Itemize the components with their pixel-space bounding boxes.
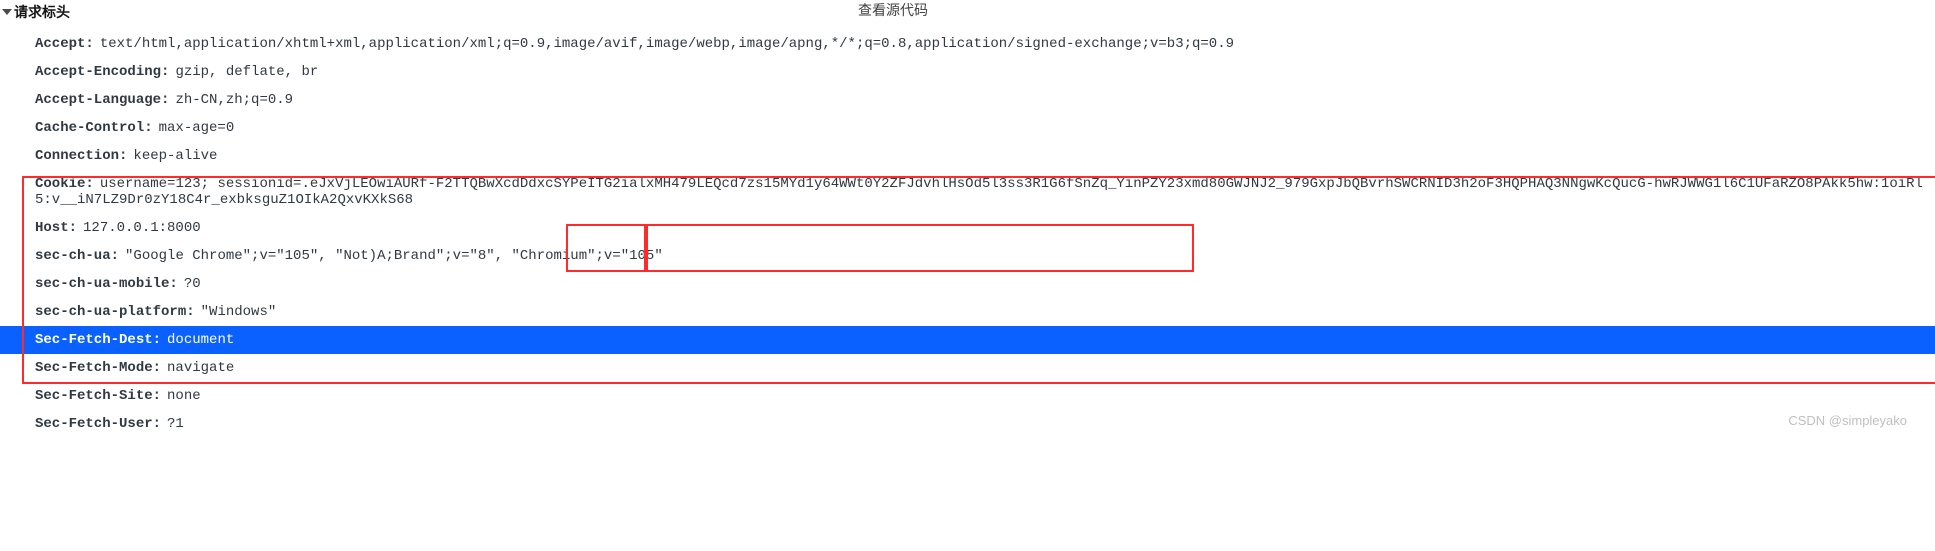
header-row[interactable]: Sec-Fetch-Site none: [35, 382, 1935, 410]
header-value: gzip, deflate, br: [175, 64, 318, 80]
header-value: zh-CN,zh;q=0.9: [175, 92, 293, 108]
header-name: sec-ch-ua: [35, 248, 119, 264]
header-row[interactable]: Accept-Language zh-CN,zh;q=0.9: [35, 86, 1935, 114]
header-row[interactable]: sec-ch-ua "Google Chrome";v="105", "Not)A…: [35, 242, 1935, 270]
header-value: username=123; sessionid=.eJxVjLEOwiAURf-…: [35, 176, 1923, 208]
header-row[interactable]: Cache-Control max-age=0: [35, 114, 1935, 142]
header-value: 127.0.0.1:8000: [83, 220, 201, 236]
header-name: Sec-Fetch-User: [35, 416, 161, 432]
header-value: max-age=0: [159, 120, 235, 136]
header-row[interactable]: Sec-Fetch-Mode navigate: [35, 354, 1935, 382]
header-row[interactable]: sec-ch-ua-mobile ?0: [35, 270, 1935, 298]
header-value: keep-alive: [133, 148, 217, 164]
watermark: CSDN @simpleyako: [1788, 413, 1907, 428]
header-value: "Google Chrome";v="105", "Not)A;Brand";v…: [125, 248, 663, 264]
header-row[interactable]: Connection keep-alive: [35, 142, 1935, 170]
header-value: none: [167, 388, 201, 404]
header-name: Accept-Encoding: [35, 64, 169, 80]
header-row[interactable]: Cookieusername=123; sessionid=.eJxVjLEOw…: [35, 170, 1935, 214]
header-row[interactable]: Accept text/html,application/xhtml+xml,ap…: [35, 30, 1935, 58]
header-name: sec-ch-ua-mobile: [35, 276, 178, 292]
header-name: Accept-Language: [35, 92, 169, 108]
header-value: "Windows": [201, 304, 277, 320]
header-name: Sec-Fetch-Mode: [35, 360, 161, 376]
section-title[interactable]: 请求标头: [4, 2, 1935, 22]
header-name: Sec-Fetch-Site: [35, 388, 161, 404]
header-value: ?1: [167, 416, 184, 432]
header-name: Connection: [35, 148, 127, 164]
header-name: Cookie: [35, 176, 94, 192]
header-value: navigate: [167, 360, 234, 376]
header-value: document: [167, 332, 234, 348]
header-row[interactable]: sec-ch-ua-platform "Windows": [35, 298, 1935, 326]
header-value: ?0: [184, 276, 201, 292]
header-name: Host: [35, 220, 77, 236]
view-source-link[interactable]: 查看源代码: [858, 0, 928, 20]
header-name: sec-ch-ua-platform: [35, 304, 195, 320]
header-rows: Accept text/html,application/xhtml+xml,ap…: [0, 30, 1935, 438]
header-value: text/html,application/xhtml+xml,applicat…: [100, 36, 1234, 52]
header-row[interactable]: Sec-Fetch-User ?1: [35, 410, 1935, 438]
collapse-triangle-icon[interactable]: [2, 9, 12, 15]
header-row[interactable]: Accept-Encoding gzip, deflate, br: [35, 58, 1935, 86]
request-headers-panel: 请求标头 查看源代码 Accept text/html,application/x…: [0, 0, 1935, 438]
header-name: Cache-Control: [35, 120, 153, 136]
header-name: Sec-Fetch-Dest: [35, 332, 161, 348]
header-row[interactable]: Sec-Fetch-Dest document: [0, 326, 1935, 354]
section-title-text: 请求标头: [14, 2, 70, 22]
header-name: Accept: [35, 36, 94, 52]
header-row[interactable]: Host 127.0.0.1:8000: [35, 214, 1935, 242]
